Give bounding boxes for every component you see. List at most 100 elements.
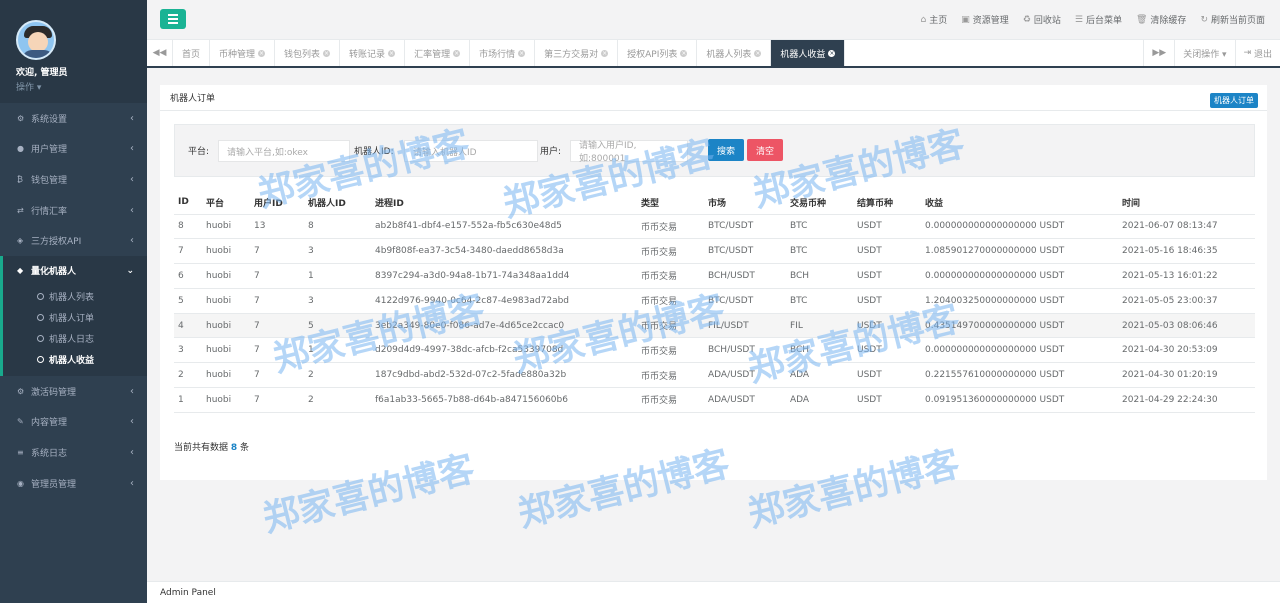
main-panel: 机器人订单 机器人订单 平台: 请输入平台,如:okex 机器人ID: 请输入机… bbox=[160, 85, 1267, 480]
table-cell: 2 bbox=[174, 362, 202, 389]
sidebar-item-activation-codes[interactable]: ⚙ 激活码管理 ‹ bbox=[0, 376, 147, 407]
column-header[interactable]: 收益 bbox=[921, 191, 1118, 215]
resources-link[interactable]: ▣ 资源管理 bbox=[961, 13, 1009, 27]
sidebar-item-system-logs[interactable]: ≡ 系统日志 ‹ bbox=[0, 437, 147, 468]
sidebar-subitem-robot-list[interactable]: 机器人列表 bbox=[3, 286, 147, 307]
sidebar-item-label: 内容管理 bbox=[31, 418, 68, 429]
clear-cache-link[interactable]: 🗑 清除缓存 bbox=[1136, 13, 1187, 27]
sidebar-subitem-robot-earnings[interactable]: 机器人收益 bbox=[3, 349, 147, 370]
tab-rate-management[interactable]: 汇率管理 × bbox=[405, 40, 471, 66]
column-header[interactable]: 时间 bbox=[1118, 191, 1255, 215]
sidebar-nav: ⚙ 系统设置 ‹ ● 用户管理 ‹ ₿ 钱包管理 ‹ ⇄ 行情汇率 ‹ ◈ 三方授权API ‹ ◆ 量… bbox=[0, 103, 147, 498]
avatar[interactable] bbox=[16, 20, 56, 60]
sidebar-item-system-settings[interactable]: ⚙ 系统设置 ‹ bbox=[0, 103, 147, 134]
table-row[interactable]: 7 huobi 7 3 4b9f808f-ea37-3c54-3480-daedd865… bbox=[174, 238, 1255, 265]
tab-robot-earnings[interactable]: 机器人收益 × bbox=[771, 40, 846, 66]
close-icon[interactable]: × bbox=[518, 49, 526, 57]
column-header[interactable]: 类型 bbox=[637, 191, 704, 215]
column-header[interactable]: 结算币种 bbox=[853, 191, 921, 215]
table-row[interactable]: 6 huobi 7 1 8397c294-a3d0-94a8-1b71-74a348aa… bbox=[174, 263, 1255, 289]
table-cell: 0.000000000000000000 USDT bbox=[921, 214, 1118, 240]
sidebar-item-market-rates[interactable]: ⇄ 行情汇率 ‹ bbox=[0, 195, 147, 226]
close-icon[interactable]: × bbox=[323, 49, 331, 57]
tabs-scroll-left-button[interactable]: ◀◀ bbox=[147, 40, 173, 66]
tab-label: 机器人收益 bbox=[780, 49, 826, 60]
top-link-label: 后台菜单 bbox=[1085, 16, 1122, 26]
sidebar-subitem-label: 机器人列表 bbox=[49, 292, 95, 303]
search-button[interactable]: 搜索 bbox=[708, 139, 744, 161]
home-icon: ⌂ bbox=[920, 14, 927, 25]
table-row[interactable]: 1 huobi 7 2 f6a1ab33-5665-7b88-d64b-a8471560… bbox=[174, 387, 1255, 413]
user-input[interactable]: 请输入用户ID,如:800001 bbox=[570, 140, 688, 164]
column-header[interactable]: 交易币种 bbox=[786, 191, 853, 215]
sidebar-item-admin-management[interactable]: ◉ 管理员管理 ‹ bbox=[0, 468, 147, 499]
table-cell: 2021-04-30 01:20:19 bbox=[1118, 362, 1255, 389]
menu-toggle-button[interactable] bbox=[160, 9, 186, 29]
cube-icon: ◈ bbox=[17, 236, 24, 246]
close-icon[interactable]: × bbox=[754, 49, 762, 57]
tab-home[interactable]: 首页 bbox=[173, 40, 211, 66]
sidebar-item-label: 系统日志 bbox=[31, 448, 68, 459]
tab-auth-api-list[interactable]: 授权API列表 × bbox=[618, 40, 698, 66]
sidebar-item-label: 管理员管理 bbox=[31, 479, 77, 490]
tab-robot-list[interactable]: 机器人列表 × bbox=[697, 40, 772, 66]
chevron-left-icon: ‹ bbox=[130, 477, 134, 489]
table-cell: 2021-05-13 16:01:22 bbox=[1118, 263, 1255, 289]
sidebar-item-third-party-api[interactable]: ◈ 三方授权API ‹ bbox=[0, 225, 147, 256]
tab-label: 第三方交易对 bbox=[544, 49, 599, 60]
tab-wallet-list[interactable]: 钱包列表 × bbox=[275, 40, 341, 66]
top-link-label: 清除缓存 bbox=[1150, 16, 1187, 26]
home-link[interactable]: ⌂ 主页 bbox=[920, 13, 948, 27]
backend-menu-link[interactable]: ☰ 后台菜单 bbox=[1075, 13, 1122, 27]
recycle-bin-link[interactable]: ♻ 回收站 bbox=[1023, 13, 1061, 27]
column-header[interactable]: 进程ID bbox=[371, 191, 637, 215]
sidebar-subitem-robot-logs[interactable]: 机器人日志 bbox=[3, 328, 147, 349]
column-header[interactable]: 平台 bbox=[202, 191, 250, 215]
table-cell: ab2b8f41-dbf4-e157-552a-fb5c630e48d5 bbox=[371, 214, 637, 240]
column-header[interactable]: 用户ID bbox=[250, 191, 304, 215]
table-row[interactable]: 3 huobi 7 1 d209d4d9-4997-38dc-afcb-f2ca5339… bbox=[174, 337, 1255, 364]
sidebar-item-label: 三方授权API bbox=[31, 237, 82, 248]
close-icon[interactable]: × bbox=[388, 49, 396, 57]
close-icon[interactable]: × bbox=[828, 49, 836, 57]
table-row[interactable]: 8 huobi 13 8 ab2b8f41-dbf4-e157-552a-fb5c630… bbox=[174, 214, 1255, 240]
column-header[interactable]: ID bbox=[174, 191, 202, 215]
table-cell: 币币交易 bbox=[637, 238, 704, 265]
table-row[interactable]: 4 huobi 7 5 3eb2a349-80e0-f086-ad7e-4d65ce2c… bbox=[174, 313, 1255, 339]
close-icon[interactable]: × bbox=[258, 49, 266, 57]
tab-third-party-pairs[interactable]: 第三方交易对 × bbox=[535, 40, 619, 66]
tab-transfer-records[interactable]: 转账记录 × bbox=[340, 40, 406, 66]
close-icon[interactable]: × bbox=[601, 49, 609, 57]
table-row[interactable]: 5 huobi 7 3 4122d976-9940-0c64-2c87-4e983ad7… bbox=[174, 288, 1255, 314]
table-cell: FIL bbox=[786, 313, 853, 339]
platform-input[interactable]: 请输入平台,如:okex bbox=[218, 140, 350, 162]
sidebar-item-label: 用户管理 bbox=[31, 145, 68, 156]
tab-market-quotes[interactable]: 市场行情 × bbox=[470, 40, 536, 66]
logout-button[interactable]: ⇥ 退出 bbox=[1234, 40, 1280, 66]
column-header[interactable]: 市场 bbox=[704, 191, 786, 215]
clear-button[interactable]: 清空 bbox=[747, 139, 783, 161]
robot-id-input[interactable]: 请输入机器人ID bbox=[404, 140, 538, 162]
table-cell: 5 bbox=[174, 288, 202, 314]
table-cell: BCH/USDT bbox=[704, 263, 786, 289]
table-cell: 7 bbox=[250, 288, 304, 314]
column-header[interactable]: 机器人ID bbox=[304, 191, 371, 215]
table-row[interactable]: 2 huobi 7 2 187c9dbd-abd2-532d-07c2-5fade880… bbox=[174, 362, 1255, 389]
profile-ops-dropdown[interactable]: 操作 ▾ bbox=[16, 80, 131, 93]
sidebar-item-quant-robot-header[interactable]: ◆ 量化机器人 ⌄ bbox=[3, 256, 147, 286]
tab-currency-management[interactable]: 币种管理 × bbox=[210, 40, 276, 66]
close-operations-dropdown[interactable]: 关闭操作 ▾ bbox=[1174, 40, 1234, 66]
panel-header: 机器人订单 机器人订单 bbox=[160, 85, 1267, 111]
close-icon[interactable]: × bbox=[680, 49, 688, 57]
tabs-scroll-right-button[interactable]: ▶▶ bbox=[1143, 40, 1174, 66]
close-icon[interactable]: × bbox=[453, 49, 461, 57]
sidebar-subitem-robot-orders[interactable]: 机器人订单 bbox=[3, 307, 147, 328]
sidebar-item-wallet-management[interactable]: ₿ 钱包管理 ‹ bbox=[0, 164, 147, 195]
table-header-row: ID 平台 用户ID 机器人ID 进程ID 类型 市场 交易币种 结算币种 收益… bbox=[174, 191, 1255, 215]
table-cell: huobi bbox=[202, 238, 250, 265]
refresh-page-link[interactable]: ↻ 刷新当前页面 bbox=[1200, 13, 1265, 27]
sidebar-item-user-management[interactable]: ● 用户管理 ‹ bbox=[0, 134, 147, 165]
sidebar-item-content-management[interactable]: ✎ 内容管理 ‹ bbox=[0, 407, 147, 438]
image-icon: ▣ bbox=[961, 14, 970, 25]
chevron-down-icon: ⌄ bbox=[126, 265, 134, 276]
